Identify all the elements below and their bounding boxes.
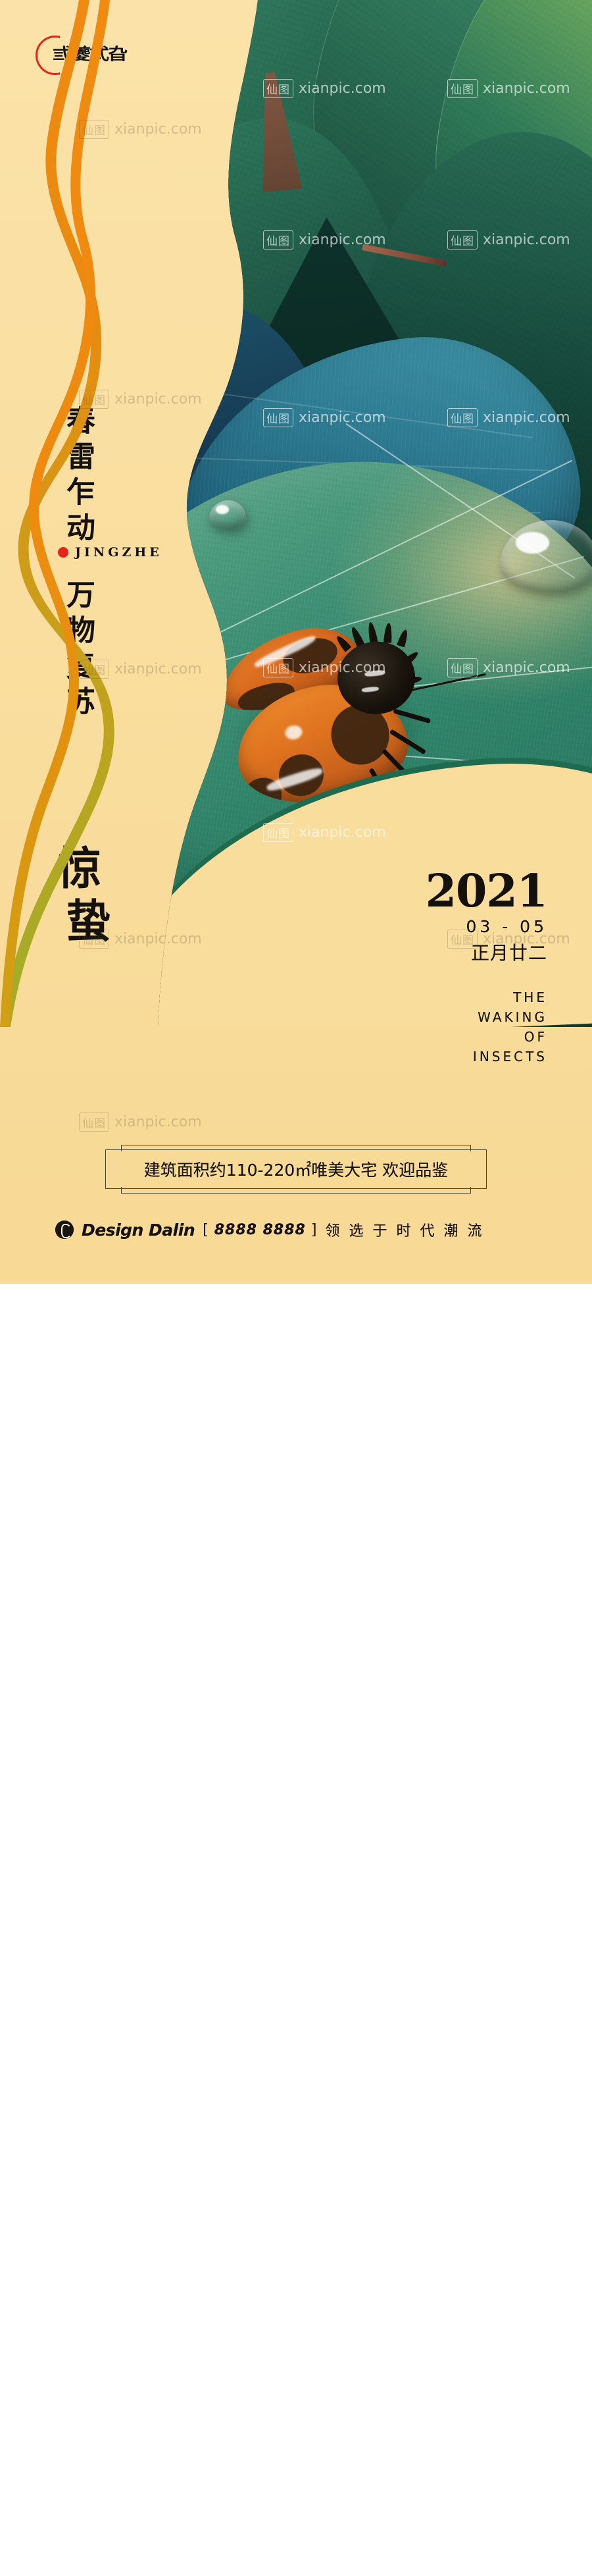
english-line-1: THE bbox=[513, 989, 547, 1006]
pinyin-text: JINGZHE bbox=[75, 545, 162, 560]
telephone-number: 8888 8888 bbox=[214, 1221, 306, 1238]
english-line-2: WAKING bbox=[478, 1009, 547, 1026]
panel-separator bbox=[0, 1284, 592, 1292]
english-line-4: INSECTS bbox=[472, 1049, 547, 1065]
poster-panel-2: 弎夔弍旮 春雷乍动 JINGZHE 万物复苏 惊 蛰 2021 03 - 05 … bbox=[0, 0, 592, 1284]
date-block: 2021 03 - 05 正月廿二 THE WAKING OF INSECTS bbox=[425, 865, 548, 1066]
pinyin-row: JINGZHE bbox=[58, 545, 162, 560]
title-char-2: 蛰 bbox=[66, 895, 111, 949]
english-line-3: OF bbox=[524, 1029, 547, 1045]
footer-tagline: 领选于时代潮流 bbox=[325, 1223, 491, 1240]
phone-icon bbox=[55, 1221, 74, 1239]
footer-brand: Design Dalin bbox=[82, 1220, 195, 1240]
red-dot-icon bbox=[58, 547, 68, 558]
water-droplet-medium bbox=[209, 500, 246, 529]
footer-telephone[interactable]: [ 8888 8888 ] bbox=[203, 1222, 317, 1238]
date-year: 2021 bbox=[425, 865, 548, 918]
bracket-open: [ bbox=[203, 1221, 209, 1238]
bracket-close: ] bbox=[310, 1221, 318, 1238]
footer-bar: Design Dalin [ 8888 8888 ] 领选于时代潮流 bbox=[55, 1219, 491, 1240]
slogan-box: 建筑面积约110-220㎡唯美大宅 欢迎品鉴 bbox=[105, 1145, 487, 1194]
english-name: THE WAKING OF INSECTS bbox=[426, 987, 547, 1066]
slogan-text: 建筑面积约110-220㎡唯美大宅 欢迎品鉴 bbox=[143, 1161, 449, 1180]
date-lunar: 正月廿二 bbox=[470, 942, 547, 964]
brand-logo[interactable]: 弎夔弍旮 bbox=[36, 34, 193, 83]
date-month-day: 03 - 05 bbox=[466, 917, 547, 937]
